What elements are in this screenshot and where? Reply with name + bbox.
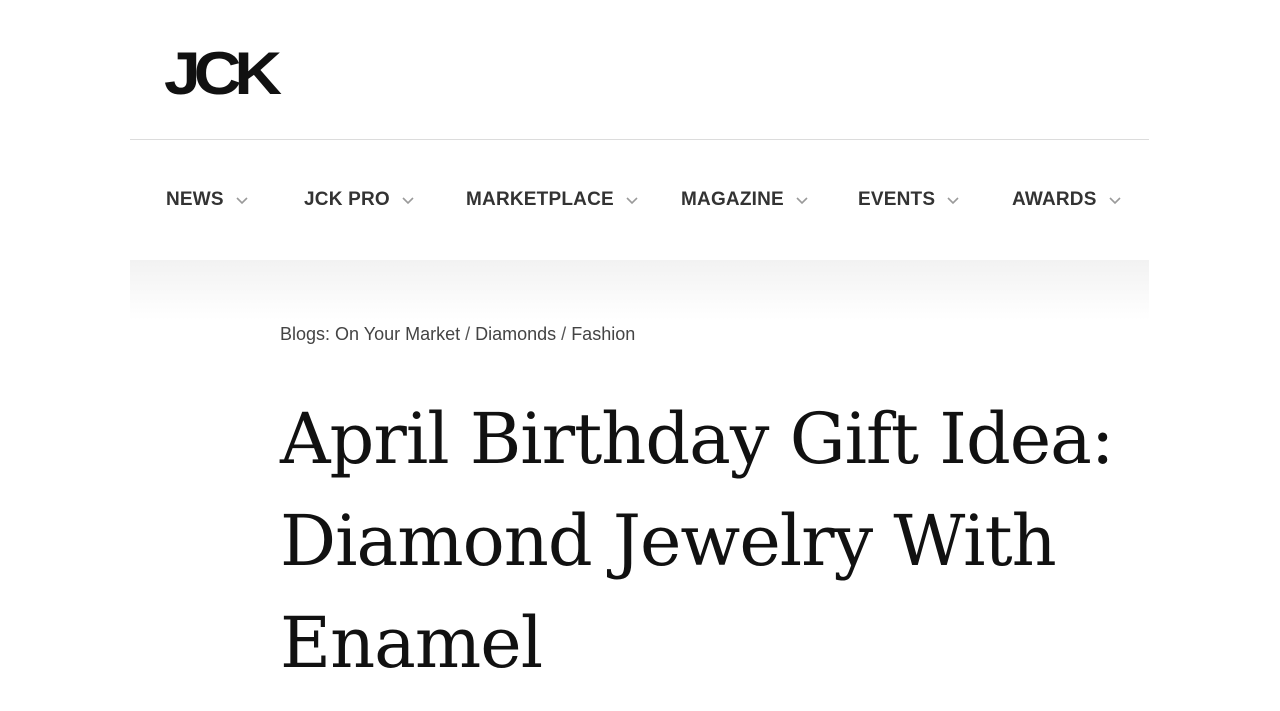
chevron-down-icon (401, 193, 415, 207)
chevron-down-icon (795, 193, 809, 207)
nav-label: NEWS (166, 189, 224, 210)
breadcrumb-link-diamonds[interactable]: Diamonds (475, 324, 556, 345)
chevron-down-icon (946, 193, 960, 207)
breadcrumb: Blogs: On Your Market / Diamonds / Fashi… (280, 324, 635, 345)
nav-item-jck-pro[interactable]: JCK PRO (304, 189, 415, 211)
nav-label: MAGAZINE (681, 189, 784, 210)
nav-item-marketplace[interactable]: MARKETPLACE (466, 189, 639, 211)
page: JCK NEWS JCK PRO MARKETPLACE MAGAZINE EV… (0, 0, 1280, 711)
chevron-down-icon (1108, 193, 1122, 207)
main-nav: NEWS JCK PRO MARKETPLACE MAGAZINE EVENTS (130, 140, 1149, 260)
nav-label: MARKETPLACE (466, 189, 614, 210)
header-shadow-band (130, 260, 1149, 320)
nav-item-events[interactable]: EVENTS (858, 189, 960, 211)
nav-label: JCK PRO (304, 189, 390, 210)
site-logo[interactable]: JCK (164, 38, 282, 108)
nav-label: EVENTS (858, 189, 936, 210)
nav-item-awards[interactable]: AWARDS (1012, 189, 1122, 211)
breadcrumb-link-blogs[interactable]: Blogs: On Your Market (280, 324, 460, 345)
breadcrumb-separator: / (465, 324, 471, 344)
nav-item-magazine[interactable]: MAGAZINE (681, 189, 809, 211)
breadcrumb-separator: / (561, 324, 567, 344)
article-title: April Birthday Gift Idea: Diamond Jewelr… (280, 398, 1115, 684)
chevron-down-icon (625, 193, 639, 207)
chevron-down-icon (235, 193, 249, 207)
nav-label: AWARDS (1012, 189, 1097, 210)
nav-item-news[interactable]: NEWS (166, 189, 249, 211)
logo-text: JCK (164, 38, 282, 108)
breadcrumb-link-fashion[interactable]: Fashion (571, 324, 635, 345)
